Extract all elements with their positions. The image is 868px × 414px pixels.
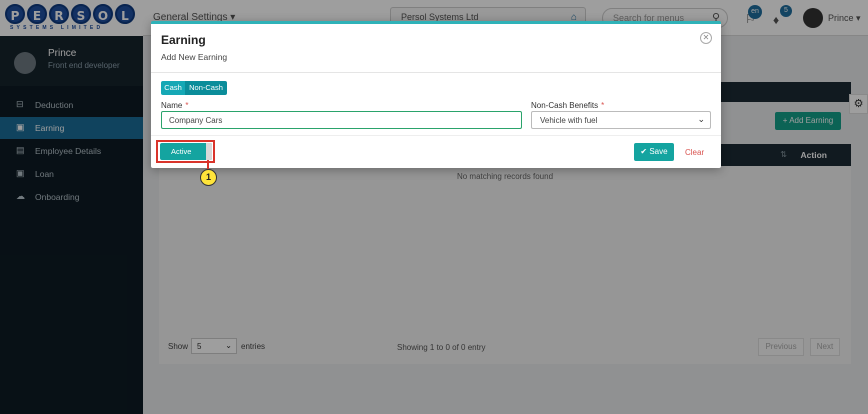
save-button[interactable]: ✔ Save xyxy=(634,143,674,161)
name-label: Name * xyxy=(161,101,188,110)
tab-non-cash[interactable]: Non-Cash xyxy=(185,81,227,95)
benefits-label-text: Non-Cash Benefits xyxy=(531,101,599,110)
divider xyxy=(151,72,721,73)
name-label-text: Name xyxy=(161,101,183,110)
non-cash-benefits-select[interactable]: Vehicle with fuel ⌄ xyxy=(531,111,711,129)
required-mark: * xyxy=(601,101,605,110)
tab-cash[interactable]: Cash xyxy=(161,81,185,95)
chevron-down-icon: ⌄ xyxy=(697,114,705,124)
earning-modal: Earning Add New Earning ✕ Cash Non-Cash … xyxy=(151,21,721,168)
step-marker: 1 xyxy=(200,169,217,186)
name-input[interactable]: Company Cars xyxy=(161,111,522,129)
benefits-value: Vehicle with fuel xyxy=(540,116,598,125)
required-mark: * xyxy=(185,101,189,110)
modal-subtitle: Add New Earning xyxy=(161,52,228,62)
divider xyxy=(151,135,721,136)
clear-button[interactable]: Clear xyxy=(685,148,704,157)
benefits-label: Non-Cash Benefits * xyxy=(531,101,604,110)
close-icon[interactable]: ✕ xyxy=(700,32,712,44)
modal-title: Earning xyxy=(161,33,206,47)
